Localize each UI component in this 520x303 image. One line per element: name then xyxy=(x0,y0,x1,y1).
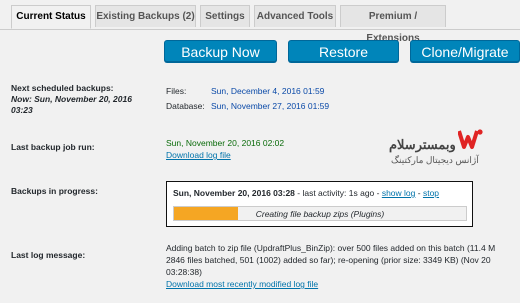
webmaster-salam-logo xyxy=(458,129,483,149)
tab-current-status[interactable]: Current Status xyxy=(11,5,91,29)
backup-now-button[interactable]: Backup Now xyxy=(164,40,277,62)
tab-existing-backups[interactable]: Existing Backups (2) xyxy=(95,5,196,27)
last-backup-label: Last backup job run: xyxy=(11,142,95,152)
watermark-brand: وبمسترسلام xyxy=(389,137,456,152)
last-log-line-3: 03:28:38) xyxy=(166,267,202,277)
progress-separator: - xyxy=(415,188,423,198)
progress-status-line: Sun, November 20, 2016 03:28 - last acti… xyxy=(173,188,439,199)
progress-activity: - last activity: 1s ago - xyxy=(294,188,382,198)
database-label: Database: xyxy=(166,101,205,111)
backup-progress-panel: Sun, November 20, 2016 03:28 - last acti… xyxy=(166,181,473,227)
backup-progress-bar: Creating file backup zips (Plugins) xyxy=(173,206,467,221)
tab-bar: Current Status Existing Backups (2) Sett… xyxy=(0,0,520,44)
tab-advanced-tools[interactable]: Advanced Tools xyxy=(254,5,336,27)
download-log-link[interactable]: Download log file xyxy=(166,150,231,160)
clone-migrate-button[interactable]: Clone/Migrate xyxy=(410,40,520,62)
last-log-label: Last log message: xyxy=(11,250,86,260)
watermark-tagline: آژانس دیجیتال مارکتینگ xyxy=(391,155,479,165)
backups-in-progress-label: Backups in progress: xyxy=(11,186,98,196)
progress-date: Sun, November 20, 2016 03:28 xyxy=(173,188,295,198)
files-next-backup: Sun, December 4, 2016 01:59 xyxy=(211,86,325,96)
tab-premium-extensions[interactable]: Premium / Extensions xyxy=(340,5,446,44)
database-next-backup: Sun, November 27, 2016 01:59 xyxy=(211,101,330,111)
files-label: Files: xyxy=(166,86,187,96)
download-modified-log-link[interactable]: Download most recently modified log file xyxy=(166,279,318,289)
last-log-line-2: 2846 files batched, 501 (1002) added so … xyxy=(166,255,491,265)
progress-text: Creating file backup zips (Plugins) xyxy=(255,209,385,219)
download-log-link-wrap: Download log file xyxy=(166,150,231,161)
tab-settings[interactable]: Settings xyxy=(200,5,250,27)
scheduled-backups-heading: Next scheduled backups: xyxy=(11,83,114,93)
last-backup-time: Sun, November 20, 2016 02:02 xyxy=(166,138,285,148)
restore-button[interactable]: Restore xyxy=(288,40,399,62)
show-log-link[interactable]: show log xyxy=(382,188,416,198)
last-log-line-1: Adding batch to zip file (UpdraftPlus_Bi… xyxy=(166,243,496,253)
stop-link[interactable]: stop xyxy=(423,188,439,198)
current-time-text: Now: Sun, November 20, 2016 03:23 xyxy=(11,94,132,115)
download-modified-log-wrap: Download most recently modified log file xyxy=(166,279,318,290)
scheduled-backups-label: Next scheduled backups: Now: Sun, Novemb… xyxy=(11,83,151,116)
